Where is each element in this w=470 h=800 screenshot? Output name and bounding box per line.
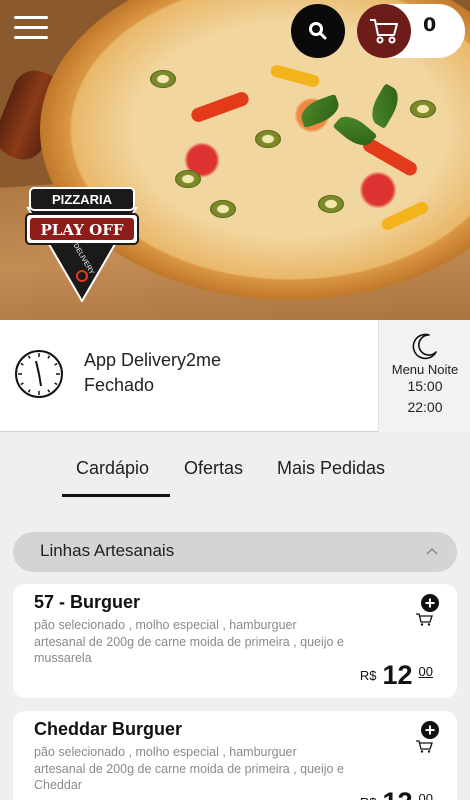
tab-ofertas[interactable]: Ofertas: [184, 458, 243, 479]
closing-time: 22:00: [407, 399, 443, 415]
product-price: R$ 12 00: [360, 787, 433, 800]
menu-bar: [14, 26, 48, 29]
product-description: pão selecionado , molho especial , hambu…: [34, 618, 344, 665]
search-icon: [309, 22, 327, 40]
opening-time: 15:00: [407, 378, 443, 394]
pizzeria-logo: PIZZARIA PLAY OFF DELIVERY: [25, 187, 139, 302]
olive-topping: [175, 170, 201, 188]
svg-text:PIZZARIA: PIZZARIA: [52, 192, 113, 207]
menu-bar: [14, 36, 48, 39]
price-integer: 12: [382, 660, 413, 690]
product-name: 57 - Burguer: [34, 592, 141, 612]
product-name: Cheddar Burguer: [34, 719, 183, 739]
category-label: Linhas Artesanais: [40, 541, 175, 560]
price-integer: 12: [382, 787, 412, 800]
olive-topping: [150, 70, 176, 88]
olive-topping: [255, 130, 281, 148]
hours-label: Menu Noite: [391, 362, 459, 377]
cart-icon: [370, 19, 398, 44]
active-tab-indicator: [62, 494, 170, 497]
product-card[interactable]: Cheddar Burguer pão selecionado , molho …: [13, 711, 457, 800]
svg-text:PLAY OFF: PLAY OFF: [40, 221, 123, 239]
store-status-bar: App Delivery2me Fechado Menu Noite 15:00…: [0, 320, 470, 432]
add-to-cart-icon[interactable]: [415, 594, 439, 626]
olive-topping: [410, 100, 436, 118]
price-currency: R$: [359, 668, 377, 683]
add-to-cart-icon[interactable]: [415, 721, 439, 753]
hours-panel: Menu Noite 15:00 22:00: [378, 320, 470, 432]
store-name: App Delivery2me: [84, 350, 222, 370]
tab-cardapio[interactable]: Cardápio: [76, 458, 149, 479]
hamburger-menu-icon[interactable]: [14, 16, 48, 46]
cart-pill[interactable]: 0: [357, 4, 465, 58]
category-header[interactable]: Linhas Artesanais: [13, 532, 457, 572]
cart-count: 0: [423, 14, 437, 36]
price-currency: R$: [360, 795, 377, 800]
clock-icon: [15, 350, 63, 398]
chevron-up-icon: [426, 547, 438, 555]
product-description: pão selecionado , molho especial , hambu…: [34, 745, 344, 792]
store-open-status: Fechado: [84, 375, 155, 395]
cart-button[interactable]: [357, 4, 411, 58]
search-button[interactable]: [291, 4, 345, 58]
menu-tabs: Cardápio Ofertas Mais Pedidas: [0, 440, 470, 500]
price-decimal: 00: [418, 664, 433, 679]
tab-mais-pedidas[interactable]: Mais Pedidas: [277, 458, 385, 479]
product-price: R$ 12 00: [360, 660, 433, 691]
price-decimal: 00: [418, 791, 433, 800]
olive-topping: [210, 200, 236, 218]
olive-topping: [318, 195, 344, 213]
moon-icon: [412, 333, 437, 360]
menu-bar: [14, 16, 48, 19]
product-card[interactable]: 57 - Burguer pão selecionado , molho esp…: [13, 584, 457, 698]
